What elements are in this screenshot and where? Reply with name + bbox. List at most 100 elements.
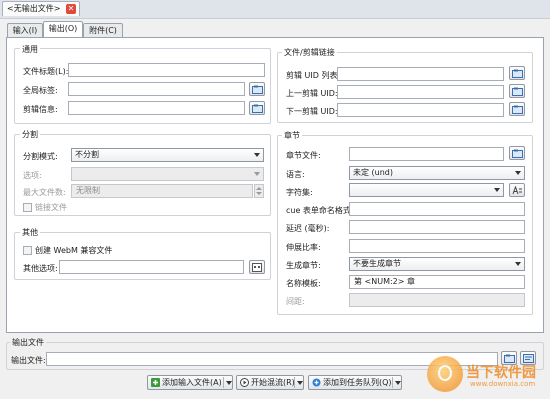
next-uid-input[interactable] <box>337 103 504 117</box>
folder-browse-icon <box>251 85 263 94</box>
split-mode-value: 不分割 <box>75 150 99 159</box>
chapter-language-value: 未定 (und) <box>353 168 394 177</box>
global-tags-input[interactable] <box>68 82 245 96</box>
chevron-down-icon[interactable] <box>297 381 303 385</box>
cue-name-format-input[interactable] <box>349 202 525 216</box>
tab-output[interactable]: 输出(O) <box>43 21 83 38</box>
queue-add-icon <box>312 378 321 387</box>
watermark-url: www.downxia.com <box>470 380 536 388</box>
output-file-group-title: 输出文件 <box>10 337 46 348</box>
linking-group-title: 文件/剪辑链接 <box>282 47 337 58</box>
generate-chapters-value: 不要生成章节 <box>353 259 401 268</box>
plus-icon <box>151 378 160 387</box>
chapter-language-label: 语言: <box>286 170 305 179</box>
split-options-select[interactable] <box>71 167 264 181</box>
document-tab-title: <无输出文件> <box>7 4 61 13</box>
split-mode-select[interactable]: 不分割 <box>71 148 264 162</box>
name-template-label: 名称模板: <box>286 279 321 288</box>
folder-browse-icon <box>511 87 523 96</box>
previous-uid-browse-button[interactable] <box>509 84 525 98</box>
link-files-checkbox[interactable] <box>23 203 32 212</box>
chapter-charset-font-button[interactable] <box>509 183 525 197</box>
add-input-files-label: 添加输入文件(A) <box>162 378 222 387</box>
segment-info-input[interactable] <box>68 101 245 115</box>
document-tab[interactable]: <无输出文件> ✕ <box>2 1 80 16</box>
tab-attachments[interactable]: 附件(C) <box>83 23 123 37</box>
other-options-button[interactable] <box>249 260 265 274</box>
chapter-file-label: 章节文件: <box>286 151 321 160</box>
next-uid-label: 下一剪辑 UID: <box>286 107 338 116</box>
tab-input[interactable]: 输入(I) <box>7 23 43 37</box>
watermark-text: 当下软件园 <box>466 365 536 381</box>
close-tab-icon[interactable]: ✕ <box>66 4 76 14</box>
chevron-down-icon <box>254 172 260 176</box>
previous-uid-label: 上一剪辑 UID: <box>286 89 338 98</box>
global-tags-browse-button[interactable] <box>249 82 265 96</box>
next-uid-browse-button[interactable] <box>509 102 525 116</box>
chapter-charset-select[interactable] <box>349 183 504 197</box>
chapter-delay-label: 延迟 (毫秒): <box>286 224 330 233</box>
split-options-label: 选项: <box>23 171 42 180</box>
max-files-spinner[interactable] <box>254 184 264 198</box>
segment-info-label: 剪辑信息: <box>23 105 58 114</box>
font-icon <box>512 186 522 195</box>
button-separator <box>294 377 295 388</box>
chapter-language-select[interactable]: 未定 (und) <box>349 166 525 180</box>
general-group-title: 通用 <box>20 44 40 55</box>
chevron-down-icon <box>515 262 521 266</box>
document-tab-bar: <无输出文件> ✕ <box>0 0 550 19</box>
name-template-input[interactable]: 第 <NUM:2> 章 <box>349 275 525 289</box>
cue-name-format-label: cue 表单命名格式: <box>286 206 354 215</box>
misc-group-title: 其他 <box>20 227 40 238</box>
segment-uids-input[interactable] <box>337 67 504 81</box>
file-title-input[interactable] <box>68 63 265 77</box>
chevron-down-icon[interactable] <box>395 381 401 385</box>
max-files-label: 最大文件数: <box>23 188 66 197</box>
button-separator <box>392 377 393 388</box>
link-files-label: 链接文件 <box>35 203 67 212</box>
chevron-down-icon <box>494 188 500 192</box>
start-muxing-label: 开始混流(R) <box>251 378 295 387</box>
other-options-input[interactable] <box>59 260 244 274</box>
chevron-down-icon <box>515 171 521 175</box>
split-mode-label: 分割模式: <box>23 152 58 161</box>
generate-chapters-select[interactable]: 不要生成章节 <box>349 257 525 271</box>
chevron-down-icon <box>254 153 260 157</box>
chevron-down-icon[interactable] <box>226 381 232 385</box>
chapter-charset-label: 字符集: <box>286 188 313 197</box>
segment-info-browse-button[interactable] <box>249 101 265 115</box>
chapter-stretch-label: 伸展比率: <box>286 243 321 252</box>
play-icon <box>240 378 249 387</box>
generate-chapters-label: 生成章节: <box>286 261 321 270</box>
folder-browse-icon <box>251 104 263 113</box>
max-files-input[interactable]: 无限制 <box>71 184 253 198</box>
file-title-label: 文件标题(L): <box>23 67 69 76</box>
chapters-group-title: 章节 <box>282 130 302 141</box>
add-to-job-queue-button[interactable]: 添加到任务队列(Q) <box>308 375 402 390</box>
start-muxing-button[interactable]: 开始混流(R) <box>236 375 304 390</box>
segment-uids-label: 剪辑 UID 列表: <box>286 71 341 80</box>
add-to-job-queue-label: 添加到任务队列(Q) <box>323 378 392 387</box>
watermark-logo-icon <box>427 356 463 392</box>
other-options-label: 其他选项: <box>23 264 58 273</box>
button-separator <box>223 377 224 388</box>
options-dialog-icon <box>252 263 262 272</box>
chapter-file-browse-button[interactable] <box>509 146 525 160</box>
folder-browse-icon <box>511 69 523 78</box>
chapter-delay-input[interactable] <box>349 220 525 234</box>
spinner-arrows-icon <box>256 187 262 195</box>
webm-compatible-checkbox[interactable] <box>23 246 32 255</box>
chapter-stretch-input[interactable] <box>349 239 525 253</box>
segment-uids-browse-button[interactable] <box>509 66 525 80</box>
folder-browse-icon <box>511 149 523 158</box>
folder-browse-icon <box>511 105 523 114</box>
chapter-interval-label: 间距: <box>286 297 305 306</box>
previous-uid-input[interactable] <box>337 85 504 99</box>
chapter-interval-input[interactable] <box>349 293 525 307</box>
output-file-label: 输出文件: <box>11 356 46 365</box>
chapter-file-input[interactable] <box>349 147 504 161</box>
global-tags-label: 全局标签: <box>23 86 58 95</box>
webm-compatible-label: 创建 WebM 兼容文件 <box>35 246 113 255</box>
add-input-files-button[interactable]: 添加输入文件(A) <box>147 375 233 390</box>
split-group-title: 分割 <box>20 129 40 140</box>
